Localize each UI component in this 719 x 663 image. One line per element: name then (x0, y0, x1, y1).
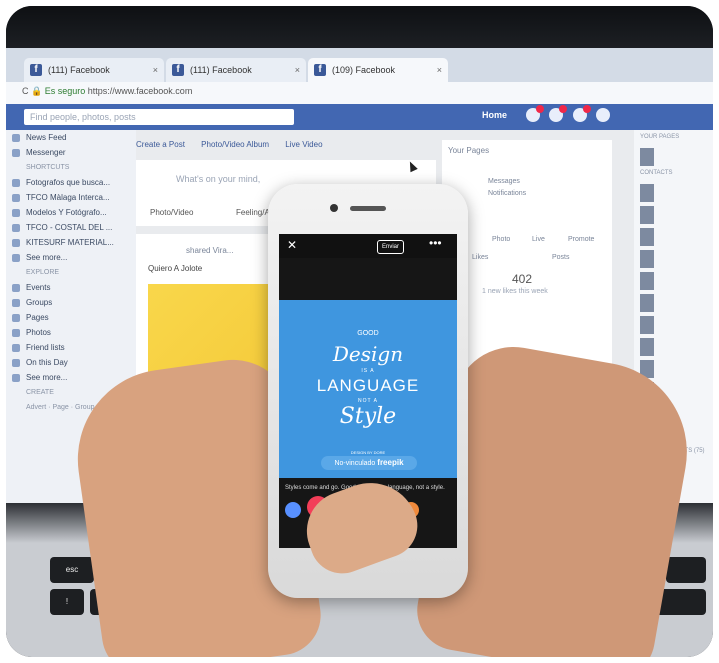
contact-item[interactable] (640, 316, 707, 334)
exclamation-key[interactable]: ! (50, 589, 84, 615)
post-header: shared Vira... (186, 246, 234, 255)
poster-design: Design (332, 342, 404, 366)
badge-icon (536, 105, 544, 113)
live-action[interactable]: Live (532, 236, 545, 243)
your-pages-header: YOUR PAGES (640, 134, 680, 140)
close-tab-icon[interactable]: × (437, 58, 442, 82)
reload-icon[interactable]: C (22, 86, 29, 96)
browser-tab-bar: f (111) Facebook × f (111) Facebook × f … (6, 48, 713, 82)
contact-item[interactable] (640, 272, 707, 290)
shortcut-item[interactable]: Modelos Y Fotógrafo... (6, 205, 136, 220)
your-pages-title: Your Pages (448, 146, 490, 155)
facebook-icon: f (172, 64, 184, 76)
key[interactable] (666, 557, 706, 583)
badge-icon (582, 105, 591, 113)
contact-item[interactable] (640, 294, 707, 312)
close-tab-icon[interactable]: × (153, 58, 158, 82)
facebook-top-bar: Find people, photos, posts Home (6, 104, 713, 130)
freepik-tag[interactable]: No-vinculado freepik (321, 456, 417, 470)
create-post-tab[interactable]: Create a Post (136, 140, 185, 149)
contact-item[interactable] (640, 206, 707, 224)
close-tab-icon[interactable]: × (295, 58, 300, 82)
explore-item[interactable]: Photos (6, 325, 136, 340)
poster-style: Style (339, 404, 397, 429)
messages-link[interactable]: Messages (488, 178, 520, 185)
enviar-button[interactable]: Enviar (377, 240, 405, 254)
camera-icon (330, 204, 338, 212)
facebook-search-input[interactable]: Find people, photos, posts (24, 109, 294, 125)
browser-tab-active[interactable]: f (109) Facebook × (308, 58, 448, 82)
poster-good: GOOD (357, 330, 379, 337)
shortcut-item[interactable]: TFCO - COSTAL DEL ... (6, 220, 136, 235)
photo-album-tab[interactable]: Photo/Video Album (201, 140, 269, 149)
photo-action[interactable]: Photo (492, 236, 510, 243)
likes-week: 1 new likes this week (482, 288, 548, 295)
post-text: Quiero A Jolote (148, 264, 203, 273)
photo: f (111) Facebook × f (111) Facebook × f … (6, 6, 713, 657)
promote-action[interactable]: Promote (568, 236, 594, 243)
poster-by: DESIGN BY DORE (350, 450, 386, 455)
likes-count: 402 (512, 272, 533, 286)
photo-video-button[interactable]: Photo/Video (150, 208, 193, 217)
notification-icons (526, 105, 626, 126)
nav-messenger[interactable]: Messenger (6, 145, 136, 160)
close-icon[interactable]: ✕ (287, 238, 297, 252)
contacts-header: CONTACTS (640, 170, 673, 176)
badge-icon (559, 105, 568, 113)
see-more-link[interactable]: See more... (6, 250, 136, 265)
home-link[interactable]: Home (482, 110, 507, 120)
shortcuts-header: SHORTCUTS (26, 164, 70, 171)
messages-icon[interactable] (549, 105, 568, 122)
contact-item[interactable] (640, 148, 707, 166)
explore-item[interactable]: Friend lists (6, 340, 136, 355)
composer-placeholder: What's on your mind, (176, 174, 261, 184)
facebook-icon: f (314, 64, 326, 76)
design-poster: GOOD Design IS A LANGUAGE NOT A Style DE… (279, 300, 457, 478)
contact-item[interactable] (640, 338, 707, 356)
shortcut-item[interactable]: Fotografos que busca... (6, 175, 136, 190)
poster-is-a: IS A (361, 368, 375, 374)
composer-tabs: Create a Post Photo/Video Album Live Vid… (136, 140, 436, 154)
explore-item[interactable]: On this Day (6, 355, 136, 370)
contact-item[interactable] (640, 360, 707, 378)
notifications-link[interactable]: Notifications (488, 190, 526, 197)
shortcut-item[interactable]: TFCO Màlaga Interca... (6, 190, 136, 205)
explore-item[interactable]: Events (6, 280, 136, 295)
esc-key[interactable]: esc (50, 557, 94, 583)
posts-tab[interactable]: Posts (552, 254, 570, 261)
browser-tab[interactable]: f (111) Facebook × (166, 58, 306, 82)
speaker-grille (350, 206, 386, 211)
facebook-icon: f (30, 64, 42, 76)
shortcut-item[interactable]: KITESURF MATERIAL... (6, 235, 136, 250)
more-options-icon[interactable]: ••• (429, 236, 442, 250)
contact-item[interactable] (640, 250, 707, 268)
likes-tab[interactable]: Likes (472, 254, 488, 261)
see-more-link[interactable]: See more... (6, 370, 136, 385)
explore-item[interactable]: Pages (6, 310, 136, 325)
help-icon[interactable] (596, 108, 611, 122)
explore-item[interactable]: Groups (6, 295, 136, 310)
contact-item[interactable] (640, 184, 707, 202)
notifications-icon[interactable] (572, 105, 591, 122)
explore-header: EXPLORE (26, 269, 60, 276)
nav-news-feed[interactable]: News Feed (6, 130, 136, 145)
contact-item[interactable] (640, 228, 707, 246)
live-video-tab[interactable]: Live Video (285, 140, 322, 149)
browser-tab[interactable]: f (111) Facebook × (24, 58, 164, 82)
friends-icon[interactable] (526, 105, 544, 122)
address-bar[interactable]: C 🔒 Es seguro https://www.facebook.com (6, 82, 713, 105)
poster-language: LANGUAGE (316, 376, 420, 395)
like-reaction-icon[interactable] (285, 502, 301, 518)
phone-header: ✕ Enviar ••• (279, 234, 457, 258)
url-text: C 🔒 Es seguro https://www.facebook.com (22, 86, 193, 96)
